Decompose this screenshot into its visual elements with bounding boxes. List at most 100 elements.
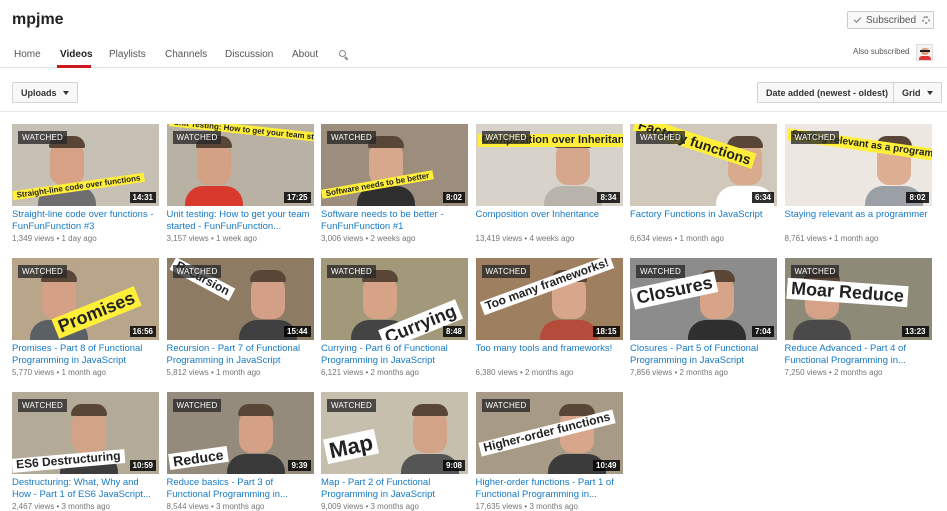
watched-badge: WATCHED bbox=[636, 131, 685, 144]
video-card[interactable]: Software needs to be better WATCHED 8:02 So… bbox=[321, 124, 468, 243]
view-count: 1,349 views bbox=[12, 234, 55, 243]
duration-badge: 7:04 bbox=[751, 326, 774, 337]
view-dropdown[interactable]: Grid bbox=[893, 82, 942, 103]
video-thumbnail[interactable]: Unit Testing: How to get your team start… bbox=[166, 124, 314, 206]
video-thumbnail[interactable]: Map WATCHED 9:08 bbox=[321, 392, 468, 474]
video-title-link[interactable]: Higher-order functions - Part 1 of Funct… bbox=[476, 477, 623, 501]
meta-separator: • bbox=[826, 368, 834, 377]
video-thumbnail[interactable]: Recursion WATCHED 15:44 bbox=[166, 258, 314, 340]
video-thumbnail[interactable]: Straight-line code over functions WATCHED… bbox=[12, 124, 159, 206]
tab-home[interactable]: Home bbox=[14, 49, 41, 60]
watched-badge: WATCHED bbox=[172, 265, 222, 278]
tab-discussion[interactable]: Discussion bbox=[225, 49, 273, 60]
watched-badge: WATCHED bbox=[18, 131, 67, 144]
video-thumbnail[interactable]: Reduce WATCHED 9:39 bbox=[166, 392, 314, 474]
search-icon[interactable] bbox=[339, 50, 349, 61]
view-label: Grid bbox=[902, 87, 921, 98]
video-card[interactable]: Composition over Inheritance WATCHED 8:34 C… bbox=[475, 124, 623, 243]
view-count: 13,419 views bbox=[475, 234, 523, 243]
upload-age: 2 months ago bbox=[370, 368, 419, 377]
video-title-link[interactable]: Currying - Part 6 of Functional Programm… bbox=[321, 343, 468, 367]
tab-playlists[interactable]: Playlists bbox=[109, 49, 146, 60]
thumbnail-figure-body bbox=[792, 320, 851, 340]
video-thumbnail[interactable]: Moar Reduce WATCHED 13:23 bbox=[784, 258, 932, 340]
uploads-label: Uploads bbox=[21, 87, 57, 98]
avatar-icon[interactable] bbox=[916, 44, 933, 61]
video-title-link[interactable]: Staying relevant as a programmer bbox=[785, 209, 932, 233]
video-card[interactable]: Higher-order functions WATCHED 10:49 Higher… bbox=[475, 392, 623, 511]
video-thumbnail[interactable]: Higher-order functions WATCHED 10:49 bbox=[475, 392, 623, 474]
meta-separator: • bbox=[826, 234, 834, 243]
channel-name[interactable]: mpjme bbox=[12, 11, 64, 29]
video-card[interactable]: Closures WATCHED 7:04 Closures - Part 5 of … bbox=[630, 258, 777, 377]
video-meta: 1,349 views • 1 day ago bbox=[12, 234, 159, 243]
tab-about[interactable]: About bbox=[292, 49, 318, 60]
thumbnail-figure-body bbox=[226, 454, 285, 474]
duration-badge: 8:48 bbox=[442, 326, 465, 337]
video-card[interactable]: Currying WATCHED 8:48 Currying - Part 6 of … bbox=[321, 258, 468, 377]
meta-separator: • bbox=[54, 368, 62, 377]
watched-badge: WATCHED bbox=[18, 265, 67, 278]
video-thumbnail[interactable]: Currying WATCHED 8:48 bbox=[321, 258, 468, 340]
video-card[interactable]: Promises WATCHED 16:56 Promises - Part 8 of… bbox=[12, 258, 159, 377]
video-title-link[interactable]: Reduce basics - Part 3 of Functional Pro… bbox=[167, 477, 314, 501]
video-thumbnail[interactable]: Too many frameworks! WATCHED 18:15 bbox=[475, 258, 623, 340]
thumbnail-figure-body bbox=[539, 320, 598, 340]
video-card[interactable]: Too many frameworks! WATCHED 18:15 Too many… bbox=[475, 258, 623, 377]
video-card[interactable]: Factory functions WATCHED 6:34 Factory Func… bbox=[630, 124, 777, 243]
thumbnail-figure-hair bbox=[249, 270, 286, 282]
watched-badge: WATCHED bbox=[172, 399, 222, 412]
video-card[interactable]: Reduce WATCHED 9:39 Reduce basics - Part 3 … bbox=[166, 392, 314, 511]
meta-separator: • bbox=[208, 502, 216, 511]
thumbnail-figure-body bbox=[543, 186, 602, 206]
meta-separator: • bbox=[363, 234, 371, 243]
tab-channels[interactable]: Channels bbox=[165, 49, 207, 60]
view-count: 17,635 views bbox=[475, 502, 523, 511]
video-title-link[interactable]: Unit testing: How to get your team start… bbox=[167, 209, 314, 233]
video-card[interactable]: Recursion WATCHED 15:44 Recursion - Part 7 … bbox=[166, 258, 314, 377]
video-meta: 9,009 views • 3 months ago bbox=[321, 502, 468, 511]
video-title-link[interactable]: Recursion - Part 7 of Functional Program… bbox=[167, 343, 314, 367]
view-count: 6,121 views bbox=[321, 368, 364, 377]
watched-badge: WATCHED bbox=[327, 131, 376, 144]
video-card[interactable]: Straight-line code over functions WATCHED… bbox=[12, 124, 159, 243]
video-thumbnail[interactable]: Closures WATCHED 7:04 bbox=[630, 258, 777, 340]
view-count: 8,761 views bbox=[784, 234, 827, 243]
view-count: 7,856 views bbox=[630, 368, 673, 377]
uploads-dropdown[interactable]: Uploads bbox=[12, 82, 78, 103]
video-card[interactable]: Map WATCHED 9:08 Map - Part 2 of Functional… bbox=[321, 392, 468, 511]
video-card[interactable]: Staying relevant as a programmer WATCHED 8… bbox=[784, 124, 932, 243]
video-thumbnail[interactable]: ES6 Destructuring WATCHED 10:59 bbox=[12, 392, 159, 474]
video-card[interactable]: Unit Testing: How to get your team start… bbox=[166, 124, 314, 243]
video-title-link[interactable]: Straight-line code over functions - FunF… bbox=[12, 209, 159, 233]
video-title-link[interactable]: Software needs to be better - FunFunFunc… bbox=[321, 209, 468, 233]
video-meta: 8,544 views • 3 months ago bbox=[167, 502, 314, 511]
upload-age: 3 months ago bbox=[216, 502, 265, 511]
video-title-link[interactable]: Too many tools and frameworks! bbox=[476, 343, 623, 367]
video-card[interactable]: Moar Reduce WATCHED 13:23 Reduce Advanced -… bbox=[784, 258, 932, 377]
video-card[interactable]: ES6 Destructuring WATCHED 10:59 Destructuri… bbox=[12, 392, 159, 511]
video-title-link[interactable]: Factory Functions in JavaScript bbox=[630, 209, 777, 233]
tab-videos[interactable]: Videos bbox=[60, 49, 93, 60]
video-title-link[interactable]: Promises - Part 8 of Functional Programm… bbox=[12, 343, 159, 367]
video-title-link[interactable]: Composition over Inheritance bbox=[476, 209, 623, 233]
duration-badge: 9:08 bbox=[442, 460, 465, 471]
video-toolbar: Uploads Date added (newest - oldest) Gri… bbox=[0, 68, 947, 112]
video-title-link[interactable]: Reduce Advanced - Part 4 of Functional P… bbox=[785, 343, 932, 367]
video-title-link[interactable]: Closures - Part 5 of Functional Programm… bbox=[630, 343, 777, 367]
video-thumbnail[interactable]: Promises WATCHED 16:56 bbox=[12, 258, 159, 340]
video-title-link[interactable]: Destructuring: What, Why and How - Part … bbox=[12, 477, 159, 501]
subscribed-button[interactable]: Subscribed bbox=[847, 11, 920, 29]
video-thumbnail[interactable]: Composition over Inheritance WATCHED 8:34 bbox=[475, 124, 623, 206]
upload-age: 2 months ago bbox=[525, 368, 574, 377]
upload-age: 2 months ago bbox=[834, 368, 883, 377]
chevron-down-icon bbox=[926, 90, 933, 95]
video-thumbnail[interactable]: Software needs to be better WATCHED 8:02 bbox=[321, 124, 468, 206]
meta-separator: • bbox=[54, 502, 62, 511]
video-title-link[interactable]: Map - Part 2 of Functional Programming i… bbox=[321, 477, 468, 501]
video-thumbnail[interactable]: Factory functions WATCHED 6:34 bbox=[630, 124, 777, 206]
subscription-settings-button[interactable] bbox=[919, 11, 934, 29]
watched-badge: WATCHED bbox=[481, 265, 531, 278]
video-thumbnail[interactable]: Staying relevant as a programmerWATCHED8… bbox=[784, 124, 932, 206]
sort-dropdown[interactable]: Date added (newest - oldest) bbox=[757, 82, 910, 103]
